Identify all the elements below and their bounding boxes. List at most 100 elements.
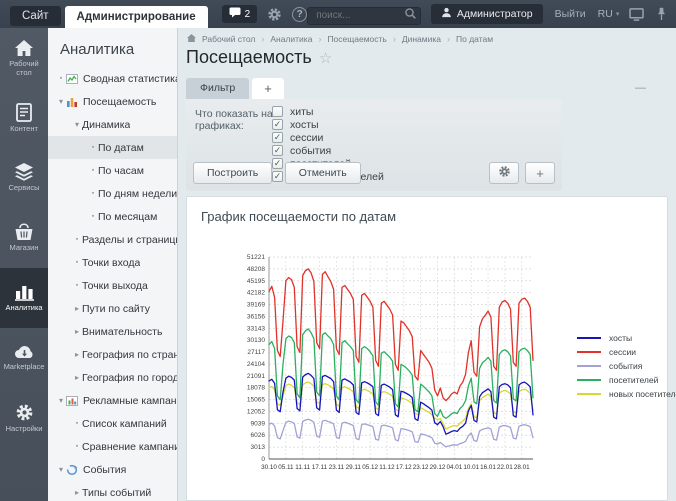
rail-item-analytics[interactable]: Аналитика — [0, 268, 48, 328]
sidebar-item[interactable]: ▪Список кампаний — [48, 412, 177, 435]
help-icon[interactable]: ? — [292, 5, 307, 23]
checkbox[interactable]: ✓ — [272, 119, 283, 130]
svg-text:30.10: 30.10 — [261, 464, 277, 471]
svg-text:21091: 21091 — [247, 373, 265, 380]
add-filter-tab[interactable]: + — [252, 78, 284, 99]
sidebar-item[interactable]: ▸Внимательность — [48, 320, 177, 343]
chevron-down-icon: ▾ — [56, 97, 66, 106]
notifications-button[interactable]: 2 — [222, 5, 258, 23]
sidebar-item[interactable]: ▸География по городам — [48, 366, 177, 389]
bullet-icon: ▪ — [56, 75, 66, 82]
checkbox[interactable] — [272, 106, 283, 117]
admin-tab[interactable]: Администрирование — [65, 6, 208, 28]
checkbox-row[interactable]: ✓ хосты — [272, 118, 384, 131]
traffic-chart-icon — [66, 96, 79, 108]
desktop-icon[interactable] — [629, 5, 644, 23]
checkbox[interactable]: ✓ — [272, 132, 283, 143]
chevron-right-icon: ▸ — [72, 488, 82, 497]
svg-text:29.11: 29.11 — [346, 464, 362, 471]
rail-item-store[interactable]: Магазин — [0, 208, 48, 268]
site-tab[interactable]: Сайт — [10, 6, 61, 26]
events-icon — [66, 464, 79, 476]
svg-text:04.01: 04.01 — [446, 464, 462, 471]
rail-item-marketplace[interactable]: Marketplace — [0, 328, 48, 388]
topbar: Сайт Администрирование 2 ? Администратор… — [0, 0, 676, 28]
logout-link[interactable]: Выйти — [555, 8, 586, 20]
sidebar-item[interactable]: ▪Точки входа — [48, 251, 177, 274]
legend-item: посетителей — [577, 375, 676, 385]
chevron-down-icon: ▾ — [72, 120, 82, 129]
filter-add-button[interactable]: + — [525, 162, 555, 184]
checkbox-row[interactable]: ✓сессии — [272, 131, 384, 144]
sidebar-item[interactable]: ▪По месяцам — [48, 205, 177, 228]
build-button[interactable]: Построить — [193, 162, 272, 184]
breadcrumb-item[interactable]: Аналитика — [270, 34, 312, 44]
filter-tab[interactable]: Фильтр — [186, 78, 249, 99]
favorite-star-icon[interactable]: ☆ — [319, 49, 332, 67]
cancel-button[interactable]: Отменить — [285, 162, 361, 184]
breadcrumb-item[interactable]: Динамика — [402, 34, 441, 44]
sidebar-item[interactable]: ▾События — [48, 458, 177, 481]
search-icon[interactable] — [404, 7, 417, 25]
legend-item: сессии — [577, 347, 676, 357]
collapse-filter-button[interactable]: — — [635, 82, 646, 94]
breadcrumb-item[interactable]: Рабочий стол — [202, 34, 255, 44]
filter-settings-button[interactable] — [489, 162, 519, 184]
chart-legend: хостысессиисобытияпосетителейновых посет… — [577, 333, 676, 399]
legend-label: посетителей — [609, 375, 658, 385]
breadcrumb-item[interactable]: Посещаемость — [327, 34, 386, 44]
bullet-icon: ▪ — [72, 282, 82, 289]
sidebar-item-label: По датам — [98, 142, 144, 154]
sidebar-item[interactable]: ▪Разделы и страницы — [48, 228, 177, 251]
sidebar-item[interactable]: ▪Точки выхода — [48, 274, 177, 297]
filter-tabs: Фильтр + — — [186, 78, 646, 99]
sidebar-item-label: Посещаемость — [83, 96, 156, 108]
rail-item-settings[interactable]: Настройки — [0, 388, 48, 448]
svg-text:16.01: 16.01 — [480, 464, 496, 471]
svg-text:9039: 9039 — [251, 420, 266, 427]
svg-text:05.11: 05.11 — [278, 464, 294, 471]
pin-icon[interactable] — [654, 5, 668, 23]
sidebar-item-label: Точки входа — [82, 257, 140, 269]
legend-item: события — [577, 361, 676, 371]
sidebar-item[interactable]: ▪По часам — [48, 159, 177, 182]
sidebar-item[interactable]: ▪Сводная статистика — [48, 67, 177, 90]
sidebar-item[interactable]: ▸Пути по сайту — [48, 297, 177, 320]
legend-swatch — [577, 393, 601, 395]
campaign-icon — [66, 395, 79, 407]
rail-item-home[interactable]: Рабочий стол — [0, 28, 48, 88]
home-icon[interactable] — [187, 34, 196, 44]
sidebar-item[interactable]: ▸Типы событий — [48, 481, 177, 501]
checkbox-row[interactable]: ✓события — [272, 144, 384, 157]
sidebar-item-label: Типы событий — [82, 487, 151, 499]
analytics-icon — [15, 283, 34, 301]
breadcrumb-item[interactable]: По датам — [456, 34, 493, 44]
legend-label: события — [609, 361, 642, 371]
sidebar-item[interactable]: ▾Рекламные кампании — [48, 389, 177, 412]
chevron-right-icon: ▸ — [72, 327, 82, 336]
sidebar-tree: ▪Сводная статистика ▾ Посещаемость ▾Динамик… — [48, 67, 177, 501]
user-button[interactable]: Администратор — [431, 4, 543, 24]
checkbox-label: хосты — [290, 119, 319, 131]
rail-item-content[interactable]: Контент — [0, 88, 48, 148]
sidebar-item-label: События — [83, 464, 126, 476]
legend-label: новых посетителей — [609, 389, 676, 399]
sidebar-item[interactable]: ▪По датам — [48, 136, 177, 159]
breadcrumb-separator: › — [393, 34, 396, 44]
checkbox[interactable]: ✓ — [272, 145, 283, 156]
home-icon — [14, 39, 34, 57]
language-label: RU — [598, 8, 613, 20]
svg-text:22.01: 22.01 — [497, 464, 513, 471]
gear-icon[interactable] — [267, 5, 282, 23]
page-title: Посещаемость — [186, 47, 312, 68]
sidebar-item[interactable]: ▸География по странам — [48, 343, 177, 366]
sidebar-item[interactable]: ▾ Посещаемость — [48, 90, 177, 113]
rail-item-services[interactable]: Сервисы — [0, 148, 48, 208]
sidebar-item[interactable]: ▾Динамика — [48, 113, 177, 136]
sidebar-item[interactable]: ▪Сравнение кампаний — [48, 435, 177, 458]
sidebar-item[interactable]: ▪По дням недели — [48, 182, 177, 205]
language-selector[interactable]: RU ▾ — [598, 8, 620, 20]
checkbox-row[interactable]: хиты — [272, 105, 384, 118]
svg-text:0: 0 — [261, 456, 265, 463]
sidebar-item-label: Список кампаний — [82, 418, 167, 430]
